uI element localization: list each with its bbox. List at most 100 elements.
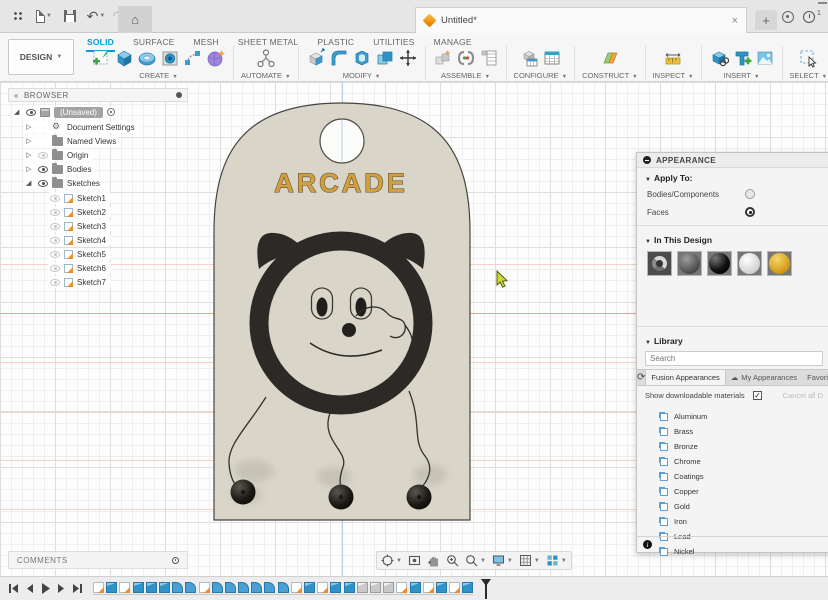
- combine-icon[interactable]: [375, 48, 395, 68]
- joint-list-icon[interactable]: [479, 48, 499, 68]
- timeline-playhead[interactable]: [476, 579, 490, 599]
- timeline-feature-icon[interactable]: [304, 582, 315, 593]
- info-icon[interactable]: i: [643, 540, 652, 549]
- cancel-downloads-link[interactable]: Cancel all D: [783, 391, 823, 400]
- visibility-eye-icon[interactable]: [50, 195, 60, 202]
- timeline-feature-icon[interactable]: [146, 582, 157, 593]
- pattern-icon[interactable]: [183, 48, 203, 68]
- expander-icon[interactable]: [26, 179, 34, 187]
- viewports-icon[interactable]: ▼: [546, 554, 567, 567]
- visibility-eye-icon[interactable]: [50, 209, 60, 216]
- timeline-feature-icon[interactable]: [357, 582, 368, 593]
- insert-mesh-icon[interactable]: [732, 48, 752, 68]
- search-input[interactable]: [645, 351, 823, 366]
- material-category-row[interactable]: Coatings: [637, 469, 828, 484]
- fillet-icon[interactable]: [329, 48, 349, 68]
- timeline-feature-icon[interactable]: [159, 582, 170, 593]
- option-faces[interactable]: Faces: [637, 203, 828, 221]
- construct-menu[interactable]: CONSTRUCT ▼: [582, 71, 638, 80]
- timeline-feature-icon[interactable]: [436, 582, 447, 593]
- timeline-feature-icon[interactable]: [172, 582, 183, 593]
- timeline-feature-icon[interactable]: [225, 582, 236, 593]
- timeline-feature-icon[interactable]: [212, 582, 223, 593]
- dialog-grip-icon[interactable]: [643, 156, 651, 164]
- sketch-tree-node[interactable]: Sketch6: [48, 262, 111, 274]
- expander-icon[interactable]: [26, 123, 34, 131]
- close-tab-icon[interactable]: ×: [732, 15, 738, 27]
- timeline-feature-icon[interactable]: [423, 582, 434, 593]
- material-category-row[interactable]: Gold: [637, 499, 828, 514]
- config-table-icon[interactable]: [542, 48, 562, 68]
- new-tab-button[interactable]: +: [755, 10, 777, 30]
- appearance-header[interactable]: APPEARANCE: [637, 153, 828, 168]
- move-icon[interactable]: [398, 48, 418, 68]
- construct-plane-icon[interactable]: [600, 48, 620, 68]
- material-swatch[interactable]: [677, 251, 702, 276]
- timeline-feature-icon[interactable]: [291, 582, 302, 593]
- design-workspace-menu[interactable]: DESIGN▼: [8, 39, 74, 75]
- browser-header[interactable]: « BROWSER: [8, 88, 188, 102]
- visibility-eye-icon[interactable]: [26, 109, 36, 116]
- hole-icon[interactable]: [160, 48, 180, 68]
- expander-icon[interactable]: [14, 108, 22, 116]
- insert-derive-icon[interactable]: [709, 48, 729, 68]
- material-swatch[interactable]: [647, 251, 672, 276]
- extensions-icon[interactable]: [782, 11, 794, 23]
- joint-icon[interactable]: [456, 48, 476, 68]
- visibility-eye-icon[interactable]: [50, 279, 60, 286]
- library-section[interactable]: ▼Library: [637, 331, 828, 348]
- minimize-icon[interactable]: [818, 2, 827, 4]
- in-this-design-section[interactable]: ▼In This Design: [637, 230, 828, 247]
- sketch-tree-node[interactable]: Sketch7: [48, 276, 111, 288]
- expander-icon[interactable]: [26, 137, 34, 145]
- material-category-row[interactable]: Aluminum: [637, 409, 828, 424]
- material-category-row[interactable]: Chrome: [637, 454, 828, 469]
- measure-icon[interactable]: [663, 48, 683, 68]
- comments-bar[interactable]: COMMENTS: [8, 551, 188, 569]
- sketch-tree-node[interactable]: Sketch2: [48, 206, 111, 218]
- canvas-image-icon[interactable]: [755, 48, 775, 68]
- sketch-tree-node[interactable]: Sketch4: [48, 234, 111, 246]
- fit-icon[interactable]: ▼: [465, 554, 486, 567]
- automate-icon[interactable]: [256, 48, 276, 68]
- panel-grip-icon[interactable]: [176, 92, 182, 98]
- timeline-feature-icon[interactable]: [278, 582, 289, 593]
- look-at-icon[interactable]: [408, 554, 421, 567]
- expander-icon[interactable]: [26, 165, 34, 173]
- orbit-icon[interactable]: ▼: [381, 554, 402, 567]
- timeline-feature-icon[interactable]: [370, 582, 381, 593]
- visibility-eye-icon[interactable]: [38, 166, 48, 173]
- tab-my-appearances[interactable]: ☁My Appearances: [726, 370, 802, 385]
- insert-menu[interactable]: INSERT ▼: [724, 71, 760, 80]
- inspect-menu[interactable]: INSPECT ▼: [653, 71, 694, 80]
- timeline-feature-icon[interactable]: [133, 582, 144, 593]
- material-category-row[interactable]: Bronze: [637, 439, 828, 454]
- new-component-icon[interactable]: [433, 48, 453, 68]
- sketch-tree-node[interactable]: Sketch1: [48, 192, 111, 204]
- material-swatch[interactable]: [707, 251, 732, 276]
- file-menu-icon[interactable]: ▼: [36, 8, 52, 24]
- tab-fusion-appearances[interactable]: Fusion Appearances: [645, 370, 725, 385]
- timeline-feature-icon[interactable]: [330, 582, 341, 593]
- browser-root-node[interactable]: (Unsaved): [12, 106, 120, 118]
- sketch-tree-node[interactable]: Sketch5: [48, 248, 111, 260]
- browser-tree-node[interactable]: Sketches: [24, 177, 105, 189]
- select-icon[interactable]: [798, 48, 818, 68]
- skip-to-end-button[interactable]: [72, 583, 83, 594]
- timeline-feature-icon[interactable]: [317, 582, 328, 593]
- material-category-row[interactable]: Brass: [637, 424, 828, 439]
- form-icon[interactable]: [206, 48, 226, 68]
- create-menu[interactable]: CREATE ▼: [139, 71, 177, 80]
- option-bodies-components[interactable]: Bodies/Components: [637, 185, 828, 203]
- comments-grip-icon[interactable]: [172, 557, 179, 564]
- home-tab[interactable]: ⌂: [118, 6, 152, 33]
- browser-tree-node[interactable]: Bodies: [24, 163, 96, 175]
- play-button[interactable]: [40, 582, 51, 595]
- automate-menu[interactable]: AUTOMATE ▼: [241, 71, 291, 80]
- browser-tree-node[interactable]: Document Settings: [24, 121, 140, 133]
- configure-menu[interactable]: CONFIGURE ▼: [514, 71, 568, 80]
- create-sketch-icon[interactable]: [91, 48, 111, 68]
- refresh-icon[interactable]: ⟳: [637, 370, 645, 385]
- visibility-eye-icon[interactable]: [50, 237, 60, 244]
- press-pull-icon[interactable]: [306, 48, 326, 68]
